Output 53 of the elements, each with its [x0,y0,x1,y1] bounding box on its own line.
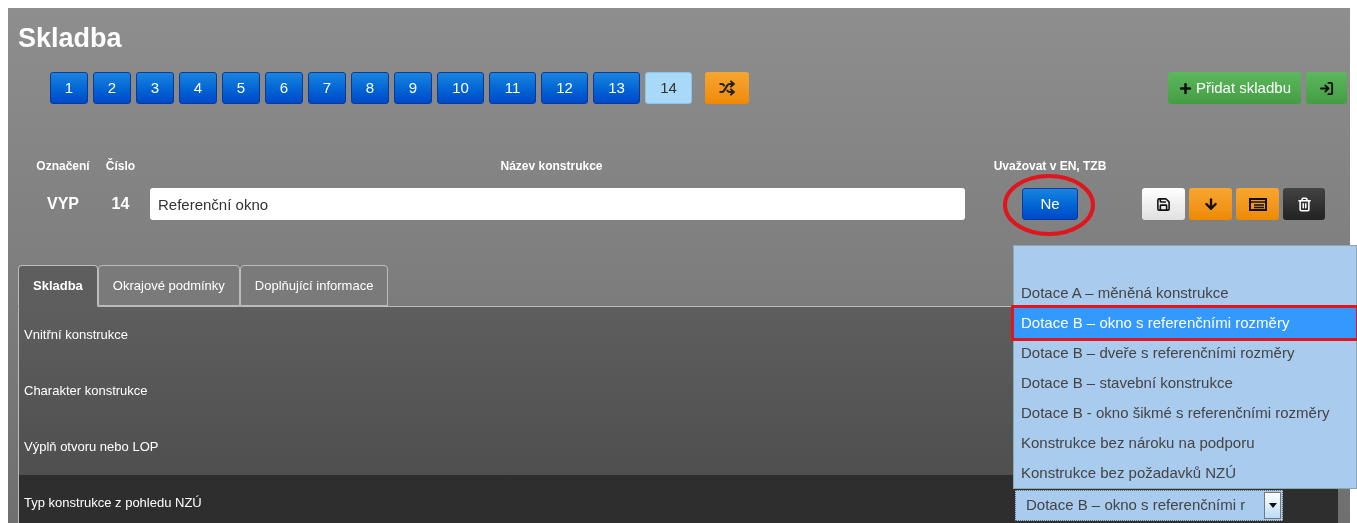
dropdown-option[interactable]: Dotace B – okno s referenčními rozměry [1014,308,1356,338]
move-down-button[interactable] [1189,188,1232,220]
page-button[interactable]: 7 [308,72,346,104]
page-button[interactable]: 13 [593,72,640,104]
page-button[interactable]: 12 [541,72,588,104]
page-button[interactable]: 5 [222,72,260,104]
page-title: Skladba [18,22,122,54]
page-button[interactable]: 14 [645,72,692,104]
add-button[interactable]: Přidat skladbu [1167,72,1301,104]
page-button[interactable]: 9 [394,72,432,104]
field-label: Vnitřní konstrukce [24,326,129,345]
column-header: Označení [35,158,91,174]
page-button[interactable]: 8 [351,72,389,104]
select-value: Dotace B – okno s referenčními r [1025,495,1247,516]
caret-icon [1264,492,1281,519]
save-icon [1156,196,1171,212]
tab[interactable]: Doplňující informace [239,265,389,306]
trash-icon [1296,196,1312,212]
shuffle-button[interactable] [705,72,749,104]
delete-button[interactable] [1283,188,1325,220]
code-text: VYP [46,194,80,214]
login-icon [1319,80,1334,96]
column-header: Uvažovat v EN, TZB [992,158,1108,174]
page-button[interactable]: 10 [437,72,484,104]
name-field[interactable]: Referenční okno [150,188,965,220]
table-button[interactable] [1236,188,1279,220]
tab[interactable]: Okrajové podmínky [97,265,240,306]
field-label: Výplň otvoru nebo LOP [24,438,159,457]
shuffle-icon [719,80,735,96]
column-header: Název konstrukce [499,158,604,174]
dropdown-option[interactable]: Dotace B – stavební konstrukce [1014,368,1356,398]
type-select[interactable]: Dotace B – okno s referenčními r [1015,490,1283,521]
dropdown-option[interactable]: Dotace B – dveře s referenčními rozměry [1014,338,1356,368]
dropdown-option[interactable]: Dotace A – měněná konstrukce [1014,278,1356,308]
plus-icon [1177,80,1193,96]
field-label: Charakter konstrukce [24,382,148,401]
page-button[interactable]: 1 [50,72,88,104]
column-header: Číslo [104,158,137,174]
page-button[interactable]: 4 [179,72,217,104]
field-label: Typ konstrukce z pohledu NZÚ [24,494,202,513]
number-text: 14 [110,194,131,214]
login-button[interactable] [1306,72,1347,104]
dropdown-option[interactable]: Dotace B - okno šikmé s referenčními rozměry [1014,398,1356,428]
page-button[interactable]: 6 [265,72,303,104]
table-icon [1248,197,1267,211]
toggle-button[interactable]: Ne [1022,188,1078,220]
page-button[interactable]: 2 [93,72,131,104]
page-button[interactable]: 3 [136,72,174,104]
dropdown-option[interactable]: Konstrukce bez nároku na podporu [1014,428,1356,458]
dropdown-option[interactable]: Konstrukce bez požadavků NZÚ [1014,458,1356,488]
save-button[interactable] [1142,188,1185,220]
tab[interactable]: Skladba [18,265,98,307]
page-button[interactable]: 11 [489,72,536,104]
